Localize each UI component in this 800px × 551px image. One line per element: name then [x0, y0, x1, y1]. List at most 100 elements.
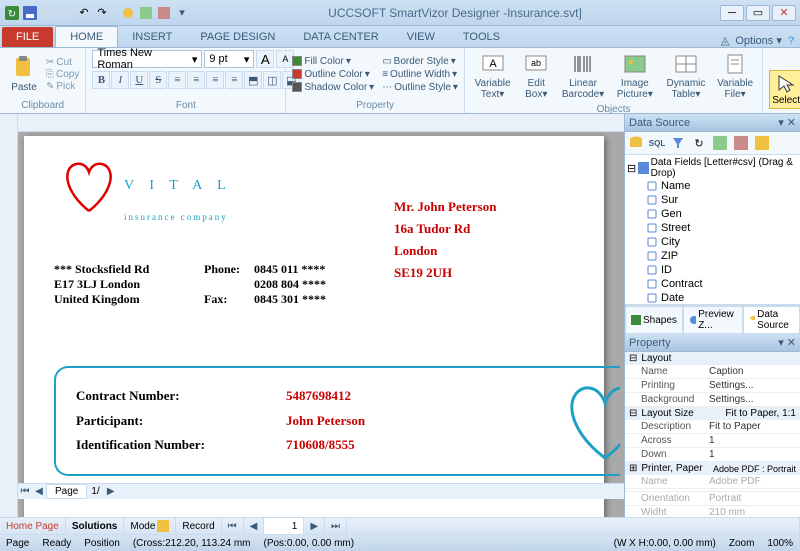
align-right-button[interactable]: ≡ — [206, 71, 224, 89]
property-row[interactable]: BackgroundSettings... — [625, 393, 800, 407]
font-size-combo[interactable]: 9 pt▾ — [204, 50, 254, 68]
tree-item[interactable]: ZIP — [627, 249, 798, 263]
save-icon[interactable] — [22, 5, 38, 21]
tab-tools[interactable]: TOOLS — [449, 27, 514, 47]
outline-width-button[interactable]: ≡ Outline Width ▾ — [382, 69, 458, 80]
status-solutions[interactable]: Solutions — [66, 518, 125, 534]
outline-style-button[interactable]: ⋯ Outline Style ▾ — [382, 82, 458, 93]
tree-item[interactable]: Street — [627, 221, 798, 235]
tree-item[interactable]: ID — [627, 263, 798, 277]
image-picture-button[interactable]: Image Picture▾ — [612, 50, 658, 102]
maximize-button[interactable]: ▭ — [746, 5, 770, 21]
undo-icon[interactable]: ↶ — [76, 5, 92, 21]
status-mode[interactable]: Mode — [124, 518, 176, 534]
record-next-button[interactable]: ▶ — [304, 518, 325, 534]
tree-item[interactable]: Sur — [627, 193, 798, 207]
bold-button[interactable]: B — [92, 71, 110, 89]
font-name-combo[interactable]: Times New Roman▾ — [92, 50, 202, 68]
property-row[interactable]: Down1 — [625, 448, 800, 462]
tree-item[interactable]: Contract — [627, 277, 798, 291]
tree-item[interactable]: Name — [627, 179, 798, 193]
linear-barcode-button[interactable]: Linear Barcode▾ — [558, 50, 608, 102]
file-tab[interactable]: FILE — [2, 27, 53, 47]
outline-color-button[interactable]: Outline Color ▾ — [292, 69, 374, 80]
qat-icon[interactable] — [58, 5, 74, 21]
select-button[interactable]: Select — [769, 70, 800, 109]
collapse-ribbon-icon[interactable]: ◬ — [721, 34, 729, 47]
align-left-button[interactable]: ≡ — [168, 71, 186, 89]
panel-menu-icon[interactable]: ▾ ✕ — [778, 116, 796, 129]
refresh-icon[interactable]: ↻ — [690, 134, 708, 152]
record-prev-button[interactable]: ◀ — [244, 518, 265, 534]
dynamic-table-button[interactable]: Dynamic Table▾ — [662, 50, 710, 102]
tool-icon[interactable] — [753, 134, 771, 152]
paste-button[interactable]: Paste — [6, 54, 42, 95]
tab-home[interactable]: HOME — [55, 26, 118, 47]
variable-file-button[interactable]: Variable File▾ — [714, 50, 756, 102]
tool-icon[interactable] — [711, 134, 729, 152]
document-page[interactable]: V I T A L insurance company Mr. John Pet… — [24, 136, 604, 517]
filter-icon[interactable] — [669, 134, 687, 152]
sql-icon[interactable]: SQL — [648, 134, 666, 152]
record-first-button[interactable]: ⏮ — [222, 518, 244, 534]
italic-button[interactable]: I — [111, 71, 129, 89]
qat-icon[interactable] — [120, 5, 136, 21]
tool-icon[interactable] — [732, 134, 750, 152]
tree-item[interactable]: Gen — [627, 207, 798, 221]
shadow-color-button[interactable]: Shadow Color ▾ — [292, 82, 374, 93]
cut-button[interactable]: ✂ Cut — [46, 57, 79, 68]
property-row[interactable]: DescriptionFit to Paper — [625, 420, 800, 434]
panel-menu-icon[interactable]: ▾ ✕ — [778, 336, 796, 349]
redo-icon[interactable]: ↷ — [94, 5, 110, 21]
first-page-button[interactable]: ⏮ — [18, 486, 32, 497]
next-page-button[interactable]: ▶ — [104, 486, 118, 497]
record-last-button[interactable]: ⏭ — [325, 518, 347, 534]
db-icon[interactable] — [627, 134, 645, 152]
record-number[interactable]: 1 — [264, 518, 304, 534]
strike-button[interactable]: S — [149, 71, 167, 89]
tab-preview[interactable]: Preview Z... — [683, 306, 743, 334]
property-grid[interactable]: ⊟ Layout NameCaptionPrintingSettings...B… — [625, 352, 800, 517]
copy-button[interactable]: ⎘ Copy — [46, 69, 79, 80]
tree-item[interactable]: Date — [627, 291, 798, 305]
tree-item[interactable]: City — [627, 235, 798, 249]
qat-icon[interactable] — [40, 5, 56, 21]
property-row[interactable]: OrientationPortrait — [625, 492, 800, 506]
valign-top-button[interactable]: ⬒ — [244, 71, 262, 89]
minimize-button[interactable]: ─ — [720, 5, 744, 21]
tab-datasource[interactable]: Data Source — [743, 306, 800, 334]
prop-category[interactable]: ⊟ Layout — [625, 352, 800, 365]
tab-view[interactable]: VIEW — [393, 27, 449, 47]
property-row[interactable]: Widht210 mm — [625, 506, 800, 517]
pick-button[interactable]: ✎ Pick — [46, 81, 79, 92]
prop-category[interactable]: ⊟ Layout SizeFit to Paper, 1:1 — [625, 407, 800, 420]
help-icon[interactable]: ? — [788, 35, 794, 47]
prev-page-button[interactable]: ◀ — [32, 486, 46, 497]
tab-page-design[interactable]: PAGE DESIGN — [186, 27, 289, 47]
property-row[interactable]: NameAdobe PDF — [625, 475, 800, 489]
page-tab[interactable]: Page — [46, 484, 87, 499]
canvas[interactable]: V I T A L insurance company Mr. John Pet… — [18, 114, 624, 517]
property-row[interactable]: NameCaption — [625, 365, 800, 379]
close-button[interactable]: ✕ — [772, 5, 796, 21]
property-row[interactable]: Across1 — [625, 434, 800, 448]
tree-root[interactable]: ⊟ Data Fields [Letter#csv] (Drag & Drop) — [627, 157, 798, 179]
underline-button[interactable]: U — [130, 71, 148, 89]
align-justify-button[interactable]: ≡ — [225, 71, 243, 89]
qat-icon[interactable] — [138, 5, 154, 21]
qat-dropdown-icon[interactable]: ▾ — [174, 5, 190, 21]
edit-box-button[interactable]: abEdit Box▾ — [518, 50, 554, 102]
variable-text-button[interactable]: AVariable Text▾ — [471, 50, 514, 102]
grow-font-button[interactable]: A — [256, 50, 274, 68]
border-style-button[interactable]: ▭ Border Style ▾ — [382, 56, 458, 67]
status-zoom-value[interactable]: 100% — [761, 535, 800, 551]
align-center-button[interactable]: ≡ — [187, 71, 205, 89]
fill-color-button[interactable]: Fill Color ▾ — [292, 56, 374, 67]
tab-shapes[interactable]: Shapes — [625, 306, 683, 334]
qat-icon[interactable] — [156, 5, 172, 21]
valign-mid-button[interactable]: ◫ — [263, 71, 281, 89]
property-row[interactable]: PrintingSettings... — [625, 379, 800, 393]
prop-category[interactable]: ⊞ Printer, PaperAdobe PDF : Portrait — [625, 462, 800, 475]
tab-data-center[interactable]: DATA CENTER — [289, 27, 392, 47]
status-home-page[interactable]: Home Page — [0, 518, 66, 534]
